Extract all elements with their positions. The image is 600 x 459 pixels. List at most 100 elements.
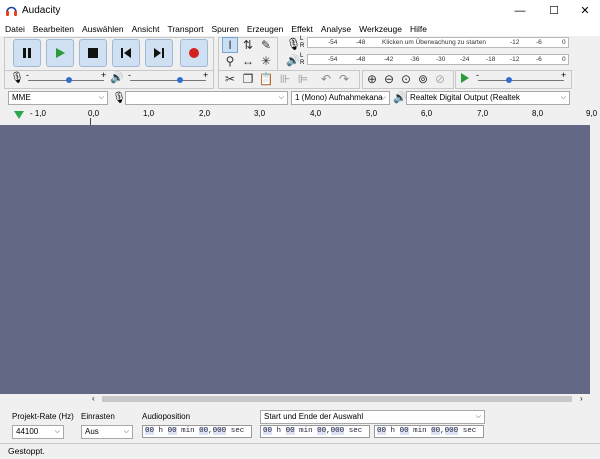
menu-bar: Datei Bearbeiten Auswählen Ansicht Transport… (0, 22, 600, 36)
scroll-right-icon[interactable]: › (580, 394, 583, 403)
skip-end-icon (154, 48, 164, 58)
pause-button[interactable] (13, 39, 41, 67)
snap-to-select[interactable]: Aus ⌵ (81, 425, 133, 439)
record-volume-max: + (101, 70, 107, 80)
skip-to-end-button[interactable] (145, 39, 173, 67)
playback-speed-knob[interactable] (506, 77, 512, 83)
maximize-button[interactable]: ☐ (537, 0, 571, 22)
ruler-label: 1,0 (143, 109, 155, 118)
timeshift-tool-icon[interactable]: ↔ (240, 53, 256, 69)
fit-selection-icon[interactable]: ⊙ (398, 71, 414, 87)
selection-range-select[interactable]: Start und Ende der Auswahl ⌵ (260, 410, 485, 424)
record-button[interactable] (180, 39, 208, 67)
menu-auswaehlen[interactable]: Auswählen (78, 22, 128, 36)
record-icon (189, 48, 199, 58)
snap-to-label: Einrasten (81, 412, 115, 421)
audio-position-field[interactable]: 00 h 00 min 00,000 sec (142, 425, 252, 438)
playback-volume-slider[interactable] (130, 80, 206, 81)
playback-meter-tick: -6 (536, 56, 542, 63)
skip-start-icon (121, 48, 131, 58)
record-meter-tick: -6 (536, 39, 542, 46)
menu-effekt[interactable]: Effekt (287, 22, 317, 36)
horizontal-scrollbar-thumb[interactable] (102, 396, 572, 402)
draw-tool-icon[interactable]: ✎ (258, 37, 274, 53)
ruler-label: 3,0 (254, 109, 266, 118)
speed-max: + (561, 70, 567, 80)
playback-device-value: Realtek Digital Output (Realtek (410, 93, 520, 102)
menu-ansicht[interactable]: Ansicht (128, 22, 164, 36)
playback-meter-tick: -24 (460, 56, 470, 63)
playback-volume-knob[interactable] (177, 77, 183, 83)
menu-transport[interactable]: Transport (163, 22, 207, 36)
paste-icon[interactable]: 📋 (258, 71, 274, 87)
multi-tool-icon[interactable]: ✳ (258, 53, 274, 69)
playback-device-speaker-icon: 🔊 (393, 92, 407, 104)
ruler-label: 4,0 (310, 109, 322, 118)
chevron-down-icon: ⌵ (123, 428, 129, 435)
timeline-ruler[interactable]: - 1,0 0,0 1,0 2,0 3,0 4,0 5,0 6,0 7,0 8,… (0, 108, 600, 126)
project-rate-select[interactable]: 44100 ⌵ (12, 425, 64, 439)
record-meter-channel-l: L (300, 36, 304, 42)
ruler-label: 8,0 (532, 109, 544, 118)
playback-speed-slider[interactable] (478, 80, 564, 81)
playback-meter-tick: -48 (356, 56, 366, 63)
menu-werkzeuge[interactable]: Werkzeuge (355, 22, 406, 36)
close-button[interactable]: ✕ (568, 0, 600, 22)
recording-device-select[interactable]: ⌵ (125, 91, 288, 105)
playback-meter-tick: -42 (384, 56, 394, 63)
recording-channels-select[interactable]: 1 (Mono) Aufnahmekana ⌵ (291, 91, 390, 105)
cut-icon[interactable]: ✂ (222, 71, 238, 87)
track-panel[interactable] (0, 125, 590, 394)
menu-bearbeiten[interactable]: Bearbeiten (29, 22, 78, 36)
trim-icon[interactable]: ⊪ (277, 71, 293, 87)
record-meter[interactable]: -54 -48 Klicken um Überwachung zu starte… (307, 37, 569, 48)
vertical-scrollbar[interactable] (590, 125, 600, 394)
zoom-tool-icon[interactable]: ⚲ (222, 53, 238, 69)
record-meter-tick: 0 (562, 39, 566, 46)
menu-analyse[interactable]: Analyse (317, 22, 355, 36)
mic-icon: 🎙 (10, 72, 24, 84)
chevron-down-icon: ⌵ (98, 94, 104, 101)
redo-icon[interactable]: ↷ (336, 71, 352, 87)
audio-host-select[interactable]: MME ⌵ (8, 91, 108, 105)
ruler-label: 7,0 (477, 109, 489, 118)
undo-icon[interactable]: ↶ (318, 71, 334, 87)
selection-start-field[interactable]: 00 h 00 min 00,000 sec (260, 425, 370, 438)
minimize-button[interactable]: — (503, 0, 537, 22)
record-meter-mic-icon[interactable]: 🎙 (286, 37, 301, 51)
silence-icon[interactable]: ⊫ (295, 71, 311, 87)
recording-device-mic-icon: 🎙 (112, 92, 126, 104)
chevron-down-icon: ⌵ (278, 94, 284, 101)
menu-spuren[interactable]: Spuren (208, 22, 243, 36)
copy-icon[interactable]: ❐ (240, 71, 256, 87)
scroll-left-icon[interactable]: ‹ (92, 394, 95, 403)
selection-end-field[interactable]: 00 h 00 min 00,000 sec (374, 425, 484, 438)
zoom-in-icon[interactable]: ⊕ (364, 71, 380, 87)
menu-erzeugen[interactable]: Erzeugen (243, 22, 287, 36)
audacity-logo-icon (6, 6, 17, 16)
zoom-out-icon[interactable]: ⊖ (381, 71, 397, 87)
project-rate-value: 44100 (16, 427, 39, 436)
record-volume-knob[interactable] (66, 77, 72, 83)
playback-meter-tick: -30 (436, 56, 446, 63)
stop-button[interactable] (79, 39, 107, 67)
play-at-speed-button[interactable] (459, 72, 471, 86)
record-meter-hint: Klicken um Überwachung zu starten (382, 39, 487, 46)
playback-meter-speaker-icon[interactable]: 🔊 (286, 54, 300, 67)
speaker-icon: 🔊 (110, 72, 124, 84)
play-head-marker-icon[interactable] (13, 110, 25, 120)
ruler-zero-tick (90, 118, 91, 125)
envelope-tool-icon[interactable]: ⇅ (240, 37, 256, 53)
selection-range-label: Start und Ende der Auswahl (264, 412, 364, 421)
speed-min: - (476, 70, 479, 80)
playback-meter[interactable]: -54 -48 -42 -36 -30 -24 -18 -12 -6 0 (307, 54, 569, 65)
play-at-speed-icon (461, 73, 469, 83)
fit-project-icon[interactable]: ⊚ (415, 71, 431, 87)
play-button[interactable] (46, 39, 74, 67)
zoom-toggle-icon[interactable]: ⊘ (432, 71, 448, 87)
menu-datei[interactable]: Datei (0, 22, 29, 36)
menu-hilfe[interactable]: Hilfe (406, 22, 431, 36)
playback-device-select[interactable]: Realtek Digital Output (Realtek ⌵ (406, 91, 570, 105)
selection-tool-icon[interactable]: I (222, 37, 238, 53)
skip-to-start-button[interactable] (112, 39, 140, 67)
